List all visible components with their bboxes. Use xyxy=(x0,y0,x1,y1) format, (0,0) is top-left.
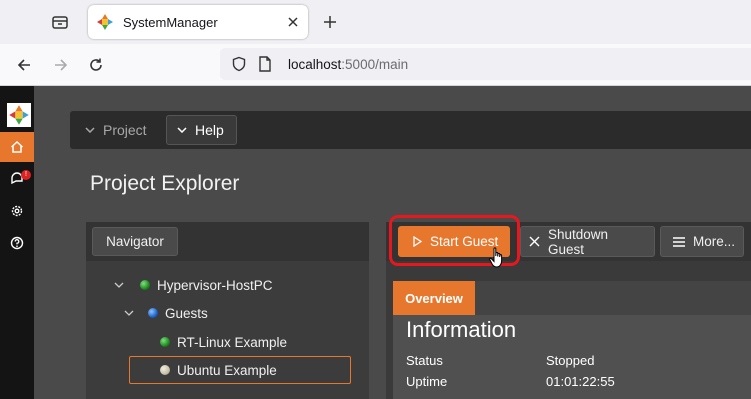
menu-project[interactable]: Project xyxy=(75,115,159,145)
guest-toolbar: Start Guest Shutdown Guest More... xyxy=(386,222,751,261)
shutdown-guest-button[interactable]: Shutdown Guest xyxy=(520,226,655,257)
status-blue-icon xyxy=(148,308,158,318)
content-area: Start Guest Shutdown Guest More... Overv… xyxy=(386,222,751,399)
app-logo-icon[interactable] xyxy=(7,103,31,127)
shutdown-guest-label: Shutdown Guest xyxy=(548,226,609,257)
more-label: More... xyxy=(693,234,736,249)
tree-item-label: Hypervisor-HostPC xyxy=(157,277,273,293)
tab-list-icon[interactable] xyxy=(44,8,76,36)
tree-item-label: Ubuntu Example xyxy=(177,362,277,378)
status-key: Status xyxy=(406,353,443,368)
back-icon[interactable] xyxy=(11,52,37,78)
browser-tab[interactable]: SystemManager xyxy=(88,5,308,39)
notifications-badge: ! xyxy=(21,170,31,180)
tree-item-ubuntu[interactable]: Ubuntu Example xyxy=(129,356,351,384)
close-tab-icon[interactable] xyxy=(282,11,304,33)
tree-item-hypervisor[interactable]: Hypervisor-HostPC xyxy=(112,273,273,297)
chevron-down-icon[interactable] xyxy=(112,282,126,288)
uptime-value: 01:01:22:55 xyxy=(546,374,615,389)
settings-gear-icon[interactable] xyxy=(0,196,34,226)
more-button[interactable]: More... xyxy=(660,226,744,257)
new-tab-icon[interactable] xyxy=(316,8,344,36)
forward-icon[interactable] xyxy=(48,52,74,78)
navigator-panel: Navigator Hypervisor-HostPC Guests RT-Li… xyxy=(86,222,369,399)
play-icon xyxy=(413,236,422,247)
status-gray-icon xyxy=(160,365,170,375)
sidebar: ! xyxy=(0,86,34,399)
shield-icon[interactable] xyxy=(230,55,248,73)
reload-icon[interactable] xyxy=(83,52,109,78)
menu-help-label: Help xyxy=(195,122,224,138)
menu-bar: Project Help xyxy=(70,111,751,149)
chevron-down-icon[interactable] xyxy=(122,310,136,316)
tab-overview[interactable]: Overview xyxy=(393,281,475,315)
menu-help[interactable]: Help xyxy=(166,115,237,145)
hand-cursor-icon xyxy=(489,247,503,268)
help-icon[interactable] xyxy=(0,228,34,258)
chevron-down-icon xyxy=(85,127,95,133)
menu-icon xyxy=(673,236,685,247)
tree-item-label: Guests xyxy=(165,305,208,321)
tab-title: SystemManager xyxy=(123,14,218,30)
tree-item-label: RT-Linux Example xyxy=(177,334,288,350)
page-icon[interactable] xyxy=(256,55,274,73)
url-host: localhost xyxy=(288,56,342,72)
navigator-header: Navigator xyxy=(86,222,369,261)
tree-item-guests[interactable]: Guests xyxy=(122,301,208,325)
status-green-icon xyxy=(160,337,170,347)
close-icon xyxy=(529,236,540,247)
status-value: Stopped xyxy=(546,353,595,368)
url-text: localhost:5000/main xyxy=(288,57,408,72)
browser-tab-bar: SystemManager xyxy=(0,0,751,44)
home-icon[interactable] xyxy=(0,132,34,162)
url-bar[interactable]: localhost:5000/main xyxy=(220,48,751,80)
overview-body: Information Status Stopped Uptime 01:01:… xyxy=(393,315,751,399)
tree-item-rt-linux[interactable]: RT-Linux Example xyxy=(160,330,287,354)
page-title: Project Explorer xyxy=(90,172,240,195)
notifications-icon[interactable]: ! xyxy=(0,164,34,194)
chevron-down-icon xyxy=(177,127,187,133)
url-path: :5000/main xyxy=(341,56,409,72)
navigator-button[interactable]: Navigator xyxy=(92,227,178,256)
menu-project-label: Project xyxy=(103,122,147,138)
browser-nav-bar: localhost:5000/main xyxy=(0,44,751,86)
status-green-icon xyxy=(140,280,150,290)
app-favicon-icon xyxy=(96,13,114,31)
details-panel: Overview Information Status Stopped Upti… xyxy=(393,281,751,399)
app-area: ! Project Help Project Explorer Navigato… xyxy=(0,86,751,399)
uptime-key: Uptime xyxy=(406,374,448,389)
section-title: Information xyxy=(406,317,517,342)
